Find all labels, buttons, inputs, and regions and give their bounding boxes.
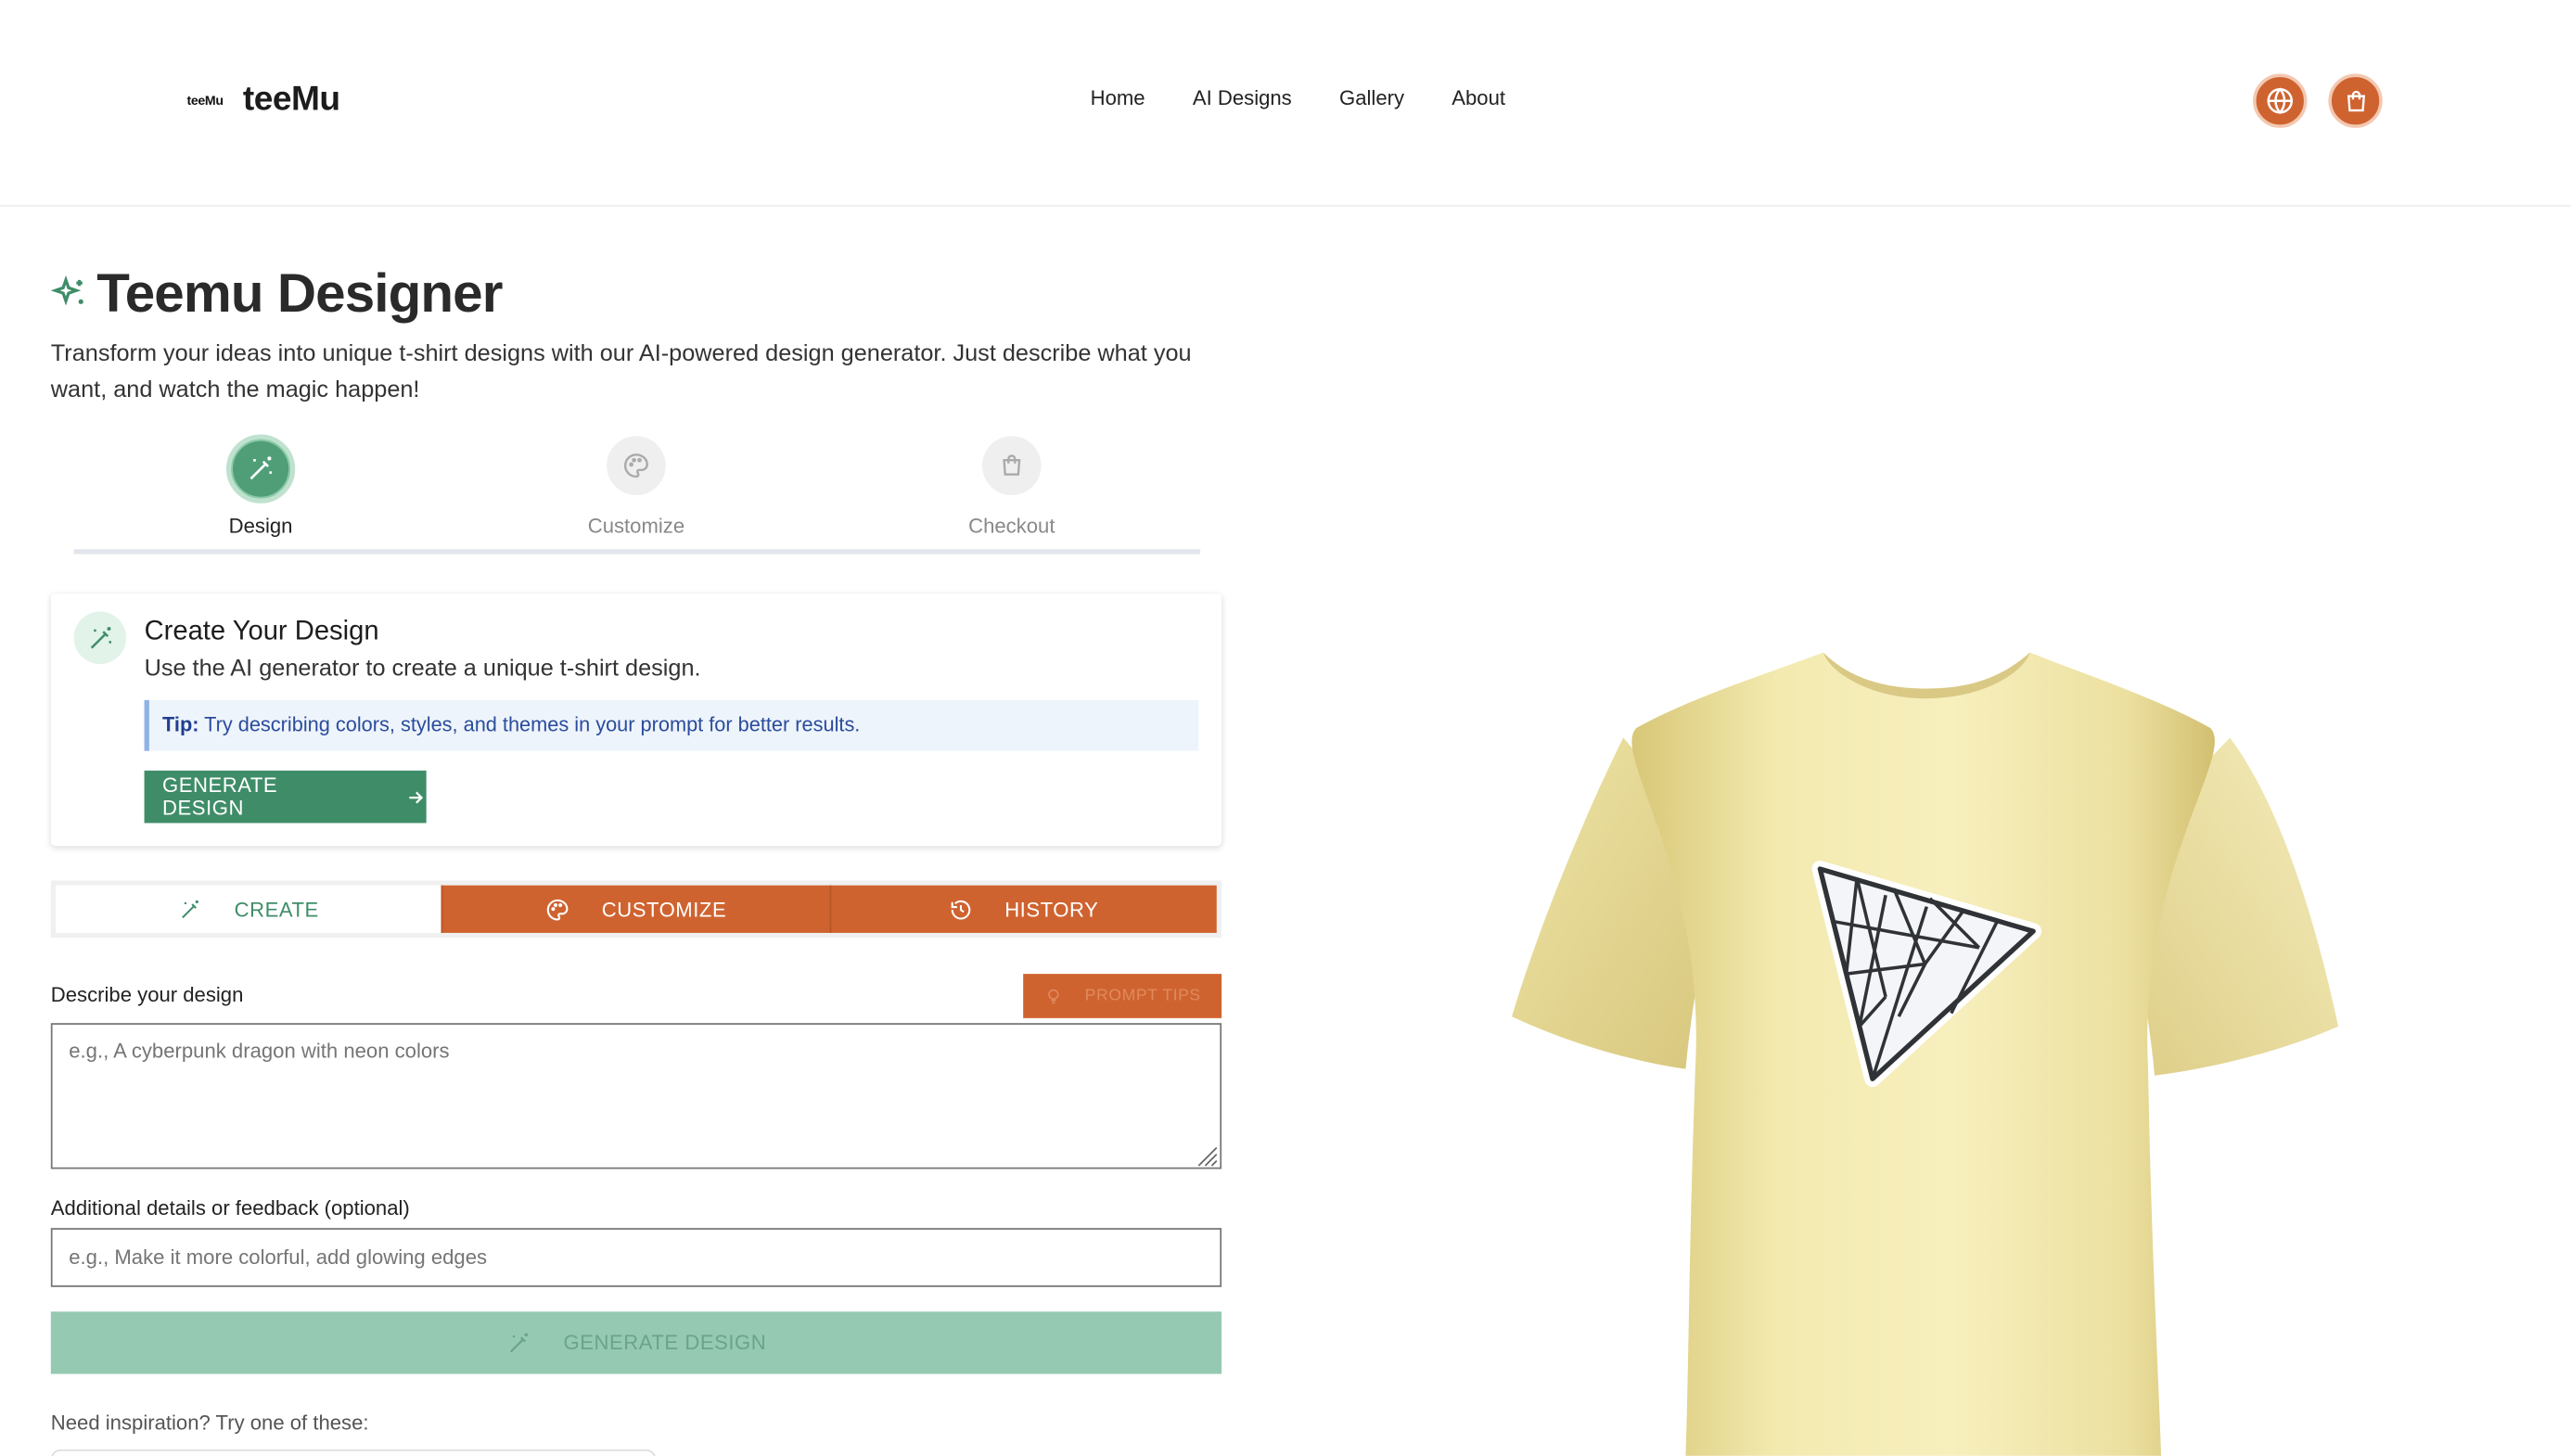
brand-logo[interactable]: teeMu teeMu xyxy=(187,81,340,120)
inspiration-chip[interactable] xyxy=(50,1449,657,1456)
prompt-tips-button[interactable]: PROMPT TIPS xyxy=(1023,974,1222,1018)
sparkles-icon xyxy=(50,275,83,306)
design-tabs: CREATE CUSTOMIZE HISTORY xyxy=(50,880,1222,939)
card-title: Create Your Design xyxy=(144,616,379,646)
card-generate-button[interactable]: GENERATE DESIGN xyxy=(144,770,427,824)
cart-button[interactable] xyxy=(2328,73,2383,128)
tip-label: Tip: xyxy=(162,713,199,736)
card-generate-label: GENERATE DESIGN xyxy=(162,773,278,820)
generate-design-label: GENERATE DESIGN xyxy=(563,1331,767,1355)
inspiration-text: Need inspiration? Try one of these: xyxy=(50,1411,369,1435)
step-checkout-circle xyxy=(981,436,1042,495)
palette-icon xyxy=(624,453,648,479)
describe-label: Describe your design xyxy=(50,983,244,1007)
generate-design-button[interactable]: GENERATE DESIGN xyxy=(50,1311,1222,1374)
lightbulb-icon xyxy=(1047,989,1058,1004)
prompt-tips-label: PROMPT TIPS xyxy=(1084,987,1201,1005)
magic-wand-icon xyxy=(181,899,198,918)
page-title: Teemu Designer xyxy=(96,262,503,324)
brand-mark: teeMu xyxy=(186,92,224,108)
progress-stepper: Design Customize Checkout xyxy=(73,434,1201,557)
main-nav: Home AI Designs Gallery About xyxy=(1091,87,1505,110)
tab-history[interactable]: HISTORY xyxy=(828,885,1217,933)
bag-icon xyxy=(1003,454,1021,476)
magic-wand-icon xyxy=(249,456,273,480)
site-header: teeMu teeMu Home AI Designs Gallery Abou… xyxy=(0,0,2571,207)
nav-ai-designs[interactable]: AI Designs xyxy=(1193,87,1292,110)
globe-icon xyxy=(2267,87,2294,115)
shirt-body xyxy=(1631,652,2215,1456)
brand-name: teeMu xyxy=(242,80,340,119)
title-row: Teemu Designer xyxy=(50,262,503,325)
nav-home[interactable]: Home xyxy=(1091,87,1145,110)
step-customize-label: Customize xyxy=(587,515,685,538)
step-checkout-label: Checkout xyxy=(968,515,1055,538)
stepper-track xyxy=(73,549,1201,555)
step-design-label: Design xyxy=(228,515,293,538)
tab-customize-label: CUSTOMIZE xyxy=(601,897,727,921)
tab-history-label: HISTORY xyxy=(1004,897,1099,921)
step-customize-circle xyxy=(607,436,666,495)
magic-wand-icon xyxy=(509,1332,528,1352)
arrow-right-icon xyxy=(409,790,424,803)
nav-gallery[interactable]: Gallery xyxy=(1339,87,1404,110)
step-checkout[interactable]: Checkout xyxy=(914,436,1110,538)
create-design-card: Create Your Design Use the AI generator … xyxy=(50,593,1222,847)
card-icon xyxy=(73,611,127,664)
page-intro: Transform your ideas into unique t-shirt… xyxy=(50,340,1192,403)
step-design[interactable]: Design xyxy=(162,434,359,538)
tab-create[interactable]: CREATE xyxy=(56,885,442,933)
tab-create-label: CREATE xyxy=(234,897,319,921)
tip-text: Try describing colors, styles, and theme… xyxy=(204,713,861,736)
tshirt-preview xyxy=(1512,652,2339,1456)
cart-icon xyxy=(2347,89,2365,111)
tip-box: Tip: Try describing colors, styles, and … xyxy=(144,699,1199,751)
step-customize[interactable]: Customize xyxy=(538,436,735,538)
card-subtitle: Use the AI generator to create a unique … xyxy=(144,656,701,683)
palette-icon xyxy=(546,898,569,920)
nav-about[interactable]: About xyxy=(1452,87,1505,110)
design-prompt-textarea[interactable] xyxy=(50,1023,1222,1169)
language-button[interactable] xyxy=(2253,73,2308,128)
tab-customize[interactable]: CUSTOMIZE xyxy=(441,885,829,933)
magic-wand-icon xyxy=(89,626,111,648)
history-icon xyxy=(951,900,970,919)
resize-grip-icon[interactable] xyxy=(1196,1144,1219,1168)
details-input[interactable] xyxy=(50,1228,1222,1287)
step-design-circle xyxy=(225,434,296,504)
details-label: Additional details or feedback (optional… xyxy=(50,1196,410,1220)
